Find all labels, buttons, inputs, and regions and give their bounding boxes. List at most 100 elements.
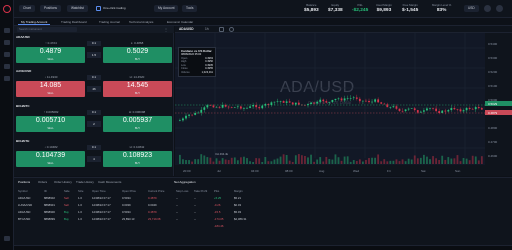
- col-open-price[interactable]: Open Price: [122, 188, 136, 194]
- candlestick-plot[interactable]: 0.54000.53000.52000.51000.50000.49000.48…: [175, 33, 512, 176]
- net-aggregation-toggle[interactable]: Net Aggregation: [174, 180, 196, 184]
- pair-card-bcheth: BCH/ETH ↓ 0.10482 0.1 H: 0.10842 0.10473…: [14, 138, 174, 169]
- cell-current: 23,719.08: [148, 217, 161, 221]
- candle-body: [447, 110, 450, 112]
- candle-body: [426, 108, 428, 111]
- tab-orders[interactable]: Orders: [38, 180, 47, 184]
- sell-button[interactable]: 0.005710 SELL: [16, 116, 85, 132]
- settings-icon[interactable]: [4, 236, 10, 241]
- cell-sl: --: [176, 196, 178, 200]
- timeframe-select[interactable]: 1h: [205, 27, 209, 32]
- col-open-time[interactable]: Open Time: [92, 188, 106, 194]
- panel-menu-icon[interactable]: ⋮: [164, 27, 170, 32]
- candle-body: [182, 118, 184, 121]
- currency-select[interactable]: USD: [464, 5, 479, 12]
- col-pl[interactable]: P&L: [214, 188, 219, 194]
- quantity-input[interactable]: 0.1: [87, 110, 101, 115]
- notifications-icon[interactable]: [484, 5, 491, 12]
- tab-positions[interactable]: Positions: [18, 180, 30, 184]
- volume-bar: [423, 154, 425, 164]
- candle-body: [349, 98, 352, 99]
- user-avatar-icon[interactable]: [496, 5, 503, 12]
- table-row[interactable]: ADA/USD 8868900 Buy 1.0 12/08/22 07:17 0…: [14, 209, 254, 215]
- col-id[interactable]: ID: [44, 188, 47, 194]
- tab-trading-journal[interactable]: Trading Journal: [96, 19, 123, 25]
- tab-trade-history[interactable]: Trade History: [76, 180, 94, 184]
- table-row[interactable]: BTC/USD 8868899 Buy 1.0 12/08/22 07:17 2…: [14, 216, 254, 222]
- dashboard-icon[interactable]: [4, 28, 10, 33]
- tools-menu[interactable]: Tools: [182, 5, 198, 12]
- volume-bar: [267, 161, 270, 164]
- tab-my-trading-account[interactable]: My Trading Account: [18, 19, 51, 25]
- col-size[interactable]: Size: [78, 188, 83, 194]
- pair-high: H: 14.4520: [129, 75, 145, 79]
- table-row[interactable]: ADA/USD 8868902 Sell 1.0 12/08/22 07:17 …: [14, 195, 254, 201]
- quantity-input[interactable]: 0.1: [87, 145, 101, 150]
- wallet-icon[interactable]: [4, 52, 10, 57]
- volume-bar: [459, 161, 462, 164]
- pair-low: ↓ 0.10482: [44, 145, 58, 149]
- quantity-input[interactable]: 0.1: [87, 75, 101, 80]
- price-chart[interactable]: ADA/USD 1h ADA/USD Cardano vs US Dollar …: [175, 26, 512, 176]
- volume-bar: [212, 161, 215, 164]
- volume-bar: [182, 159, 184, 164]
- cell-tp: --: [194, 196, 196, 200]
- candle-body: [188, 114, 190, 116]
- cell-sl: --: [176, 203, 178, 207]
- positions-button[interactable]: Positions: [40, 5, 61, 12]
- volume-bar: [230, 157, 233, 164]
- volume-bar: [477, 160, 480, 164]
- buy-button[interactable]: 14.545 BUY: [103, 81, 172, 97]
- news-icon[interactable]: [4, 76, 10, 81]
- tab-cash-movements[interactable]: Cash Movements: [98, 180, 121, 184]
- col-take-profit[interactable]: Take Profit: [194, 188, 207, 194]
- buy-price-tag: 0.5029: [488, 102, 498, 106]
- col-margin[interactable]: Margin: [234, 188, 243, 194]
- candle-body: [276, 101, 279, 103]
- tab-technical-analysis[interactable]: Technical Analysis: [126, 19, 156, 25]
- cell-open: 0.0039: [122, 203, 131, 207]
- candle-body: [429, 108, 431, 109]
- chart-symbol[interactable]: ADA/USD: [179, 27, 194, 32]
- indicators-icon[interactable]: [219, 27, 224, 32]
- candle-body: [310, 102, 312, 105]
- watchlist-button[interactable]: Watchlist: [67, 5, 88, 12]
- col-current-price[interactable]: Current Price: [148, 188, 164, 194]
- candle-body: [340, 98, 343, 101]
- popup-key: Volume: [181, 70, 190, 74]
- volume-bar: [444, 159, 447, 164]
- candle-body: [273, 101, 276, 103]
- col-stop-loss[interactable]: Stop Loss: [176, 188, 188, 194]
- sell-button[interactable]: 0.4879 SELL: [16, 47, 85, 63]
- volume-bar: [374, 157, 376, 164]
- candle-body: [194, 112, 197, 115]
- tab-economic-calendar[interactable]: Economic Calendar: [164, 19, 196, 25]
- buy-button[interactable]: 0.108923 BUY: [103, 151, 172, 167]
- volume-bar: [480, 156, 483, 164]
- instrument-search-input[interactable]: Search instrument: [17, 27, 77, 32]
- volume-bar: [401, 159, 404, 164]
- trade-icon[interactable]: [4, 40, 10, 45]
- tab-order-history[interactable]: Order History: [54, 180, 72, 184]
- volume-bar: [206, 157, 209, 164]
- cell-time: 12/08/22 07:17: [92, 203, 111, 207]
- sell-button[interactable]: 0.104739 SELL: [16, 151, 85, 167]
- tab-trading-dashboard[interactable]: Trading Dashboard: [58, 19, 90, 25]
- candle-body: [191, 114, 193, 116]
- buy-button[interactable]: 0.005937 BUY: [103, 116, 172, 132]
- one-click-checkbox[interactable]: [96, 6, 101, 11]
- chart-button[interactable]: Chart: [19, 5, 35, 12]
- col-symbol[interactable]: Symbol: [18, 188, 27, 194]
- volume-bar: [279, 156, 282, 164]
- settings-icon[interactable]: [229, 27, 234, 32]
- table-row[interactable]: LUNA/USD 8868901 Sell 1.0 12/08/22 07:17…: [14, 202, 254, 208]
- col-side[interactable]: Side: [64, 188, 70, 194]
- sell-button[interactable]: 14.085 SELL: [16, 81, 85, 97]
- candle-body: [410, 108, 413, 109]
- spread-value: 4: [87, 156, 101, 162]
- cell-symbol: BTC/USD: [18, 217, 31, 221]
- my-account-menu[interactable]: My Account: [154, 5, 179, 12]
- quantity-input[interactable]: 0.1: [87, 41, 101, 46]
- chart-icon[interactable]: [4, 64, 10, 69]
- buy-button[interactable]: 0.5029 BUY: [103, 47, 172, 63]
